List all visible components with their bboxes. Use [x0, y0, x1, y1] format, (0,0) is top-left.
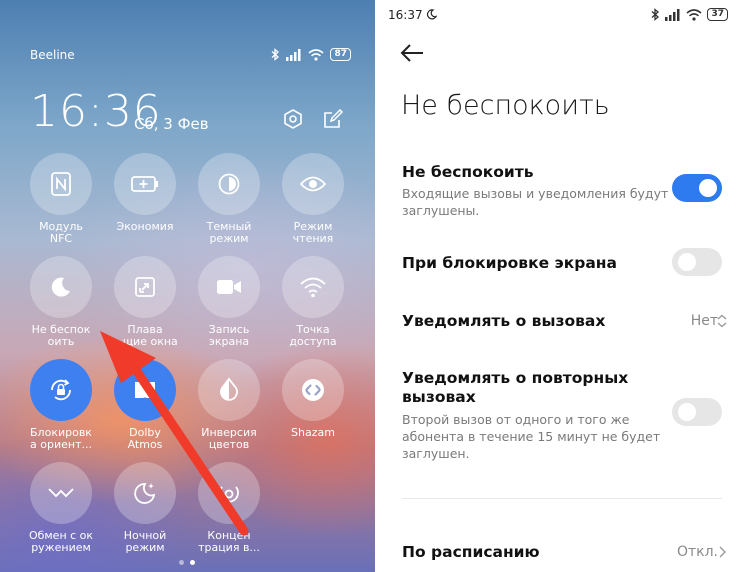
bluetooth-icon	[272, 48, 280, 61]
nfc-icon	[30, 153, 92, 215]
toggle-knob	[678, 403, 696, 421]
chevron-updown-icon[interactable]	[716, 314, 728, 328]
date: Сб, 3 Фев	[134, 115, 209, 133]
tile-do-not-disturb[interactable]: Не беспок оить	[19, 256, 103, 348]
lock-screen-toggle[interactable]	[672, 248, 722, 276]
tile-battery-saver[interactable]: Экономия	[103, 153, 187, 233]
hotspot-icon	[282, 256, 344, 318]
dolby-icon	[114, 359, 176, 421]
settings-hexagon-icon[interactable]	[282, 108, 304, 130]
tile-nearby-share[interactable]: Обмен с ок ружением	[19, 462, 103, 554]
tile-rotation-lock[interactable]: Блокировк а ориент...	[19, 359, 103, 451]
settings-panel: 16:37 37 Не беспокоить Не беспокоить Вхо…	[375, 0, 750, 572]
schedule-title[interactable]: По расписанию	[402, 543, 540, 561]
repeat-calls-toggle[interactable]	[672, 398, 722, 426]
back-arrow-icon[interactable]	[399, 42, 425, 64]
calls-title[interactable]: Уведомлять о вызовах	[402, 312, 605, 330]
calls-value[interactable]: Нет	[691, 313, 718, 329]
tile-label: Shazam	[291, 426, 335, 439]
tile-label: Плава ...щие окна	[112, 323, 178, 348]
eye-icon	[282, 153, 344, 215]
tile-reading-mode[interactable]: Режим чтения	[271, 153, 355, 245]
tile-floating-windows[interactable]: Плава ...щие окна	[103, 256, 187, 348]
tile-screen-record[interactable]: Запись экрана	[187, 256, 271, 348]
video-camera-icon	[198, 256, 260, 318]
moon-status-icon	[427, 9, 438, 20]
tile-label: Точка доступа	[289, 323, 337, 348]
dnd-toggle[interactable]	[672, 174, 722, 202]
battery-indicator: 87	[330, 48, 351, 61]
status-bar: 16:37 37	[388, 8, 728, 26]
rotation-lock-icon	[30, 359, 92, 421]
tile-label: Инверсия цветов	[201, 426, 257, 451]
tile-label: Обмен с ок ружением	[28, 529, 94, 554]
status-time: 16:37	[388, 8, 438, 22]
page-dot-active[interactable]	[190, 560, 195, 565]
section-divider	[402, 498, 722, 499]
tile-label: Темный режим	[206, 220, 252, 245]
tile-label: Блокировк а ориент...	[30, 426, 92, 451]
focus-icon	[198, 462, 260, 524]
battery-indicator: 37	[707, 8, 728, 21]
edit-icon[interactable]	[322, 108, 344, 130]
tile-invert-colors[interactable]: Инверсия цветов	[187, 359, 271, 451]
dnd-subtitle: Входящие вызовы и уведомления будут загл…	[402, 186, 669, 218]
bluetooth-icon	[652, 8, 660, 21]
toggle-knob	[699, 179, 717, 197]
invert-colors-icon	[198, 359, 260, 421]
tile-label: Не беспок оить	[31, 323, 91, 348]
tile-label: Концен трация в...	[198, 529, 260, 554]
tile-label: Запись экрана	[208, 323, 250, 348]
repeat-calls-subtitle: Второй вызов от одного и того же абонент…	[402, 412, 661, 461]
floating-window-icon	[114, 256, 176, 318]
tile-nfc[interactable]: Модуль NFC	[19, 153, 103, 245]
tile-focus-mode[interactable]: Концен трация в...	[187, 462, 271, 554]
status-bar: Beeline 87	[30, 48, 351, 66]
carrier-name: Beeline	[30, 48, 75, 62]
lock-screen-title: При блокировке экрана	[402, 254, 617, 272]
tile-label: Экономия	[116, 220, 174, 233]
night-mode-icon	[114, 462, 176, 524]
page-indicator	[179, 560, 195, 565]
nearby-share-icon	[30, 462, 92, 524]
schedule-value[interactable]: Откл.	[677, 544, 718, 560]
page-dot[interactable]	[179, 560, 184, 565]
wifi-icon	[686, 8, 702, 21]
shazam-icon	[282, 359, 344, 421]
chevron-right-icon[interactable]	[716, 545, 728, 559]
moon-icon	[30, 256, 92, 318]
dnd-title: Не беспокоить	[402, 163, 534, 181]
battery-saver-icon	[114, 153, 176, 215]
tile-label: Модуль NFC	[39, 220, 83, 245]
control-center-panel: Beeline 87 16:36 Сб, 3 Фев Модуль NFC Эк…	[0, 0, 375, 572]
page-title: Не беспокоить	[401, 90, 610, 121]
tile-label: Dolby Atmos	[127, 426, 163, 451]
status-time-text: 16:37	[388, 8, 423, 22]
repeat-calls-title: Уведомлять о повторных вызовах	[402, 369, 629, 406]
signal-icon	[286, 48, 301, 61]
tile-label: Ночной режим	[123, 529, 167, 554]
tile-dark-mode[interactable]: Темный режим	[187, 153, 271, 245]
tile-night-mode[interactable]: Ночной режим	[103, 462, 187, 554]
dark-mode-icon	[198, 153, 260, 215]
signal-icon	[665, 8, 680, 21]
tile-dolby-atmos[interactable]: Dolby Atmos	[103, 359, 187, 451]
wifi-icon	[308, 48, 324, 61]
toggle-knob	[678, 253, 696, 271]
tile-hotspot[interactable]: Точка доступа	[271, 256, 355, 348]
tile-shazam[interactable]: Shazam	[271, 359, 355, 439]
tile-label: Режим чтения	[292, 220, 334, 245]
